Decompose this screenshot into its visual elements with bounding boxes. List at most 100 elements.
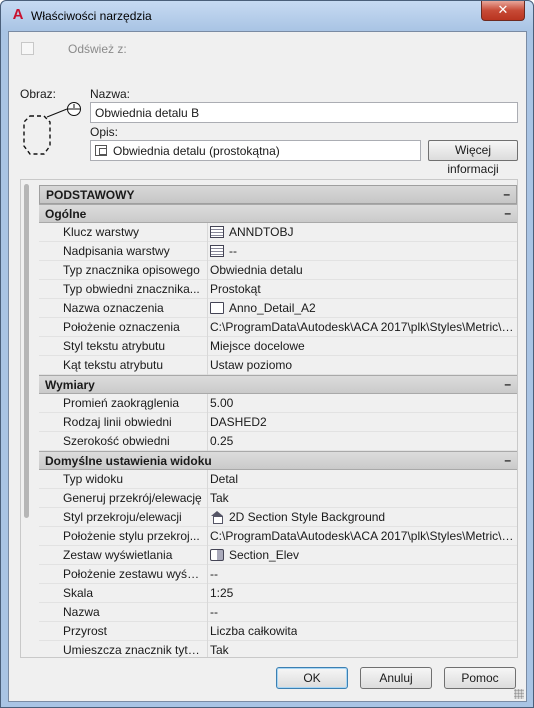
refresh-checkbox[interactable]	[21, 42, 34, 55]
category-basic[interactable]: PODSTAWOWY –	[39, 185, 517, 204]
property-name: Kąt tekstu atrybutu	[63, 358, 164, 372]
cancel-button[interactable]: Anuluj	[360, 667, 432, 689]
collapse-icon[interactable]: –	[504, 377, 511, 391]
property-row[interactable]: Nadpisania warstwy --	[39, 242, 517, 261]
title-bar[interactable]: A Właściwości narzędzia ✕	[1, 1, 533, 31]
property-value[interactable]: --	[210, 605, 515, 619]
more-info-button[interactable]: Więcej informacji	[428, 140, 518, 176]
property-value[interactable]: --	[210, 244, 515, 258]
property-row[interactable]: Szerokość obwiedni 0.25	[39, 432, 517, 451]
property-row[interactable]: Położenie zestawu wyśw... --	[39, 565, 517, 584]
property-row[interactable]: Umieszcza znacznik tytułu Tak	[39, 641, 517, 657]
property-value[interactable]: Tak	[210, 643, 515, 657]
property-value-text: Miejsce docelowe	[210, 339, 305, 353]
property-name: Styl przekroju/elewacji	[63, 510, 182, 524]
property-row[interactable]: Położenie stylu przekroj... C:\ProgramDat…	[39, 527, 517, 546]
property-row[interactable]: Typ widoku Detal	[39, 470, 517, 489]
column-divider	[207, 299, 208, 318]
column-divider	[207, 584, 208, 603]
property-row[interactable]: Położenie oznaczenia C:\ProgramData\Autod…	[39, 318, 517, 337]
property-value[interactable]: 2D Section Style Background	[210, 510, 515, 524]
leader-line	[46, 108, 68, 118]
property-row[interactable]: Typ obwiedni znacznika... Prostokąt	[39, 280, 517, 299]
property-row[interactable]: Nazwa oznaczenia Anno_Detail_A2	[39, 299, 517, 318]
property-value-text: Section_Elev	[229, 548, 300, 562]
property-value[interactable]: C:\ProgramData\Autodesk\ACA 2017\plk\Sty…	[210, 320, 515, 334]
column-divider	[207, 603, 208, 622]
property-row[interactable]: Generuj przekrój/elewację Tak	[39, 489, 517, 508]
property-value[interactable]: Obwiednia detalu	[210, 263, 515, 277]
detail-boundary-outline	[23, 115, 51, 155]
property-row[interactable]: Klucz warstwy ANNDTOBJ	[39, 223, 517, 242]
column-divider	[207, 508, 208, 527]
window-title: Właściwości narzędzia	[31, 9, 152, 23]
property-value-text: 5.00	[210, 396, 234, 410]
column-divider	[207, 223, 208, 242]
column-divider	[207, 565, 208, 584]
property-row[interactable]: Typ znacznika opisowego Obwiednia detalu	[39, 261, 517, 280]
property-value[interactable]: 0.25	[210, 434, 515, 448]
property-row[interactable]: Skala 1:25	[39, 584, 517, 603]
help-button[interactable]: Pomoc	[444, 667, 516, 689]
vertical-scrollbar[interactable]	[24, 184, 29, 518]
property-value[interactable]: Liczba całkowita	[210, 624, 515, 638]
property-value[interactable]: Ustaw poziomo	[210, 358, 515, 372]
column-divider	[207, 489, 208, 508]
property-value[interactable]: Detal	[210, 472, 515, 486]
property-value-text: Obwiednia detalu	[210, 263, 303, 277]
property-row[interactable]: Kąt tekstu atrybutu Ustaw poziomo	[39, 356, 517, 375]
property-value[interactable]: Tak	[210, 491, 515, 505]
property-value[interactable]: ANNDTOBJ	[210, 225, 515, 239]
property-value[interactable]: Section_Elev	[210, 548, 515, 562]
property-row[interactable]: Styl tekstu atrybutu Miejsce docelowe	[39, 337, 517, 356]
description-field[interactable]: Obwiednia detalu (prostokątna)	[90, 140, 421, 161]
autocad-a-icon: A	[12, 6, 24, 23]
ok-button[interactable]: OK	[276, 667, 348, 689]
resize-grip-icon[interactable]	[514, 689, 524, 699]
category-0[interactable]: Ogólne –	[39, 204, 517, 223]
property-value[interactable]: Prostokąt	[210, 282, 515, 296]
collapse-icon[interactable]: –	[504, 206, 511, 220]
column-divider	[207, 546, 208, 565]
property-row[interactable]: Rodzaj linii obwiedni DASHED2	[39, 413, 517, 432]
tool-properties-dialog: A Właściwości narzędzia ✕ Odśwież z: Obr…	[0, 0, 534, 708]
property-value[interactable]: C:\ProgramData\Autodesk\ACA 2017\plk\Sty…	[210, 529, 515, 543]
property-name: Styl tekstu atrybutu	[63, 339, 166, 353]
column-divider	[207, 242, 208, 261]
category-2[interactable]: Domyślne ustawienia widoku –	[39, 451, 517, 470]
property-name: Położenie oznaczenia	[63, 320, 180, 334]
property-name: Skala	[63, 586, 94, 600]
column-divider	[207, 394, 208, 413]
property-value[interactable]: 5.00	[210, 396, 515, 410]
category-1[interactable]: Wymiary –	[39, 375, 517, 394]
layer-icon	[210, 226, 224, 238]
description-text: Obwiednia detalu (prostokątna)	[113, 144, 280, 158]
property-row[interactable]: Nazwa --	[39, 603, 517, 622]
property-value[interactable]: Miejsce docelowe	[210, 339, 515, 353]
property-value[interactable]: Anno_Detail_A2	[210, 301, 515, 315]
column-divider	[207, 261, 208, 280]
column-divider	[207, 337, 208, 356]
property-value-text: Ustaw poziomo	[210, 358, 293, 372]
category-label: Wymiary	[45, 378, 95, 392]
property-row[interactable]: Promień zaokrąglenia 5.00	[39, 394, 517, 413]
property-row[interactable]: Przyrost Liczba całkowita	[39, 622, 517, 641]
property-value[interactable]: --	[210, 567, 515, 581]
collapse-icon[interactable]: –	[504, 453, 511, 467]
property-value[interactable]: DASHED2	[210, 415, 515, 429]
tool-image-preview[interactable]	[20, 102, 90, 168]
name-input[interactable]: Obwiednia detalu B	[90, 102, 518, 123]
property-row[interactable]: Styl przekroju/elewacji 2D Section Style …	[39, 508, 517, 527]
category-label: PODSTAWOWY	[46, 188, 135, 202]
style-icon	[210, 511, 224, 524]
property-name: Nazwa oznaczenia	[63, 301, 164, 315]
property-name: Rodzaj linii obwiedni	[63, 415, 172, 429]
property-value-text: Detal	[210, 472, 239, 486]
property-value-text: Anno_Detail_A2	[229, 301, 316, 315]
property-value[interactable]: 1:25	[210, 586, 515, 600]
property-name: Typ znacznika opisowego	[63, 263, 200, 277]
property-row[interactable]: Zestaw wyświetlania Section_Elev	[39, 546, 517, 565]
property-name: Zestaw wyświetlania	[63, 548, 173, 562]
collapse-icon[interactable]: –	[503, 187, 510, 201]
close-button[interactable]: ✕	[481, 1, 525, 21]
